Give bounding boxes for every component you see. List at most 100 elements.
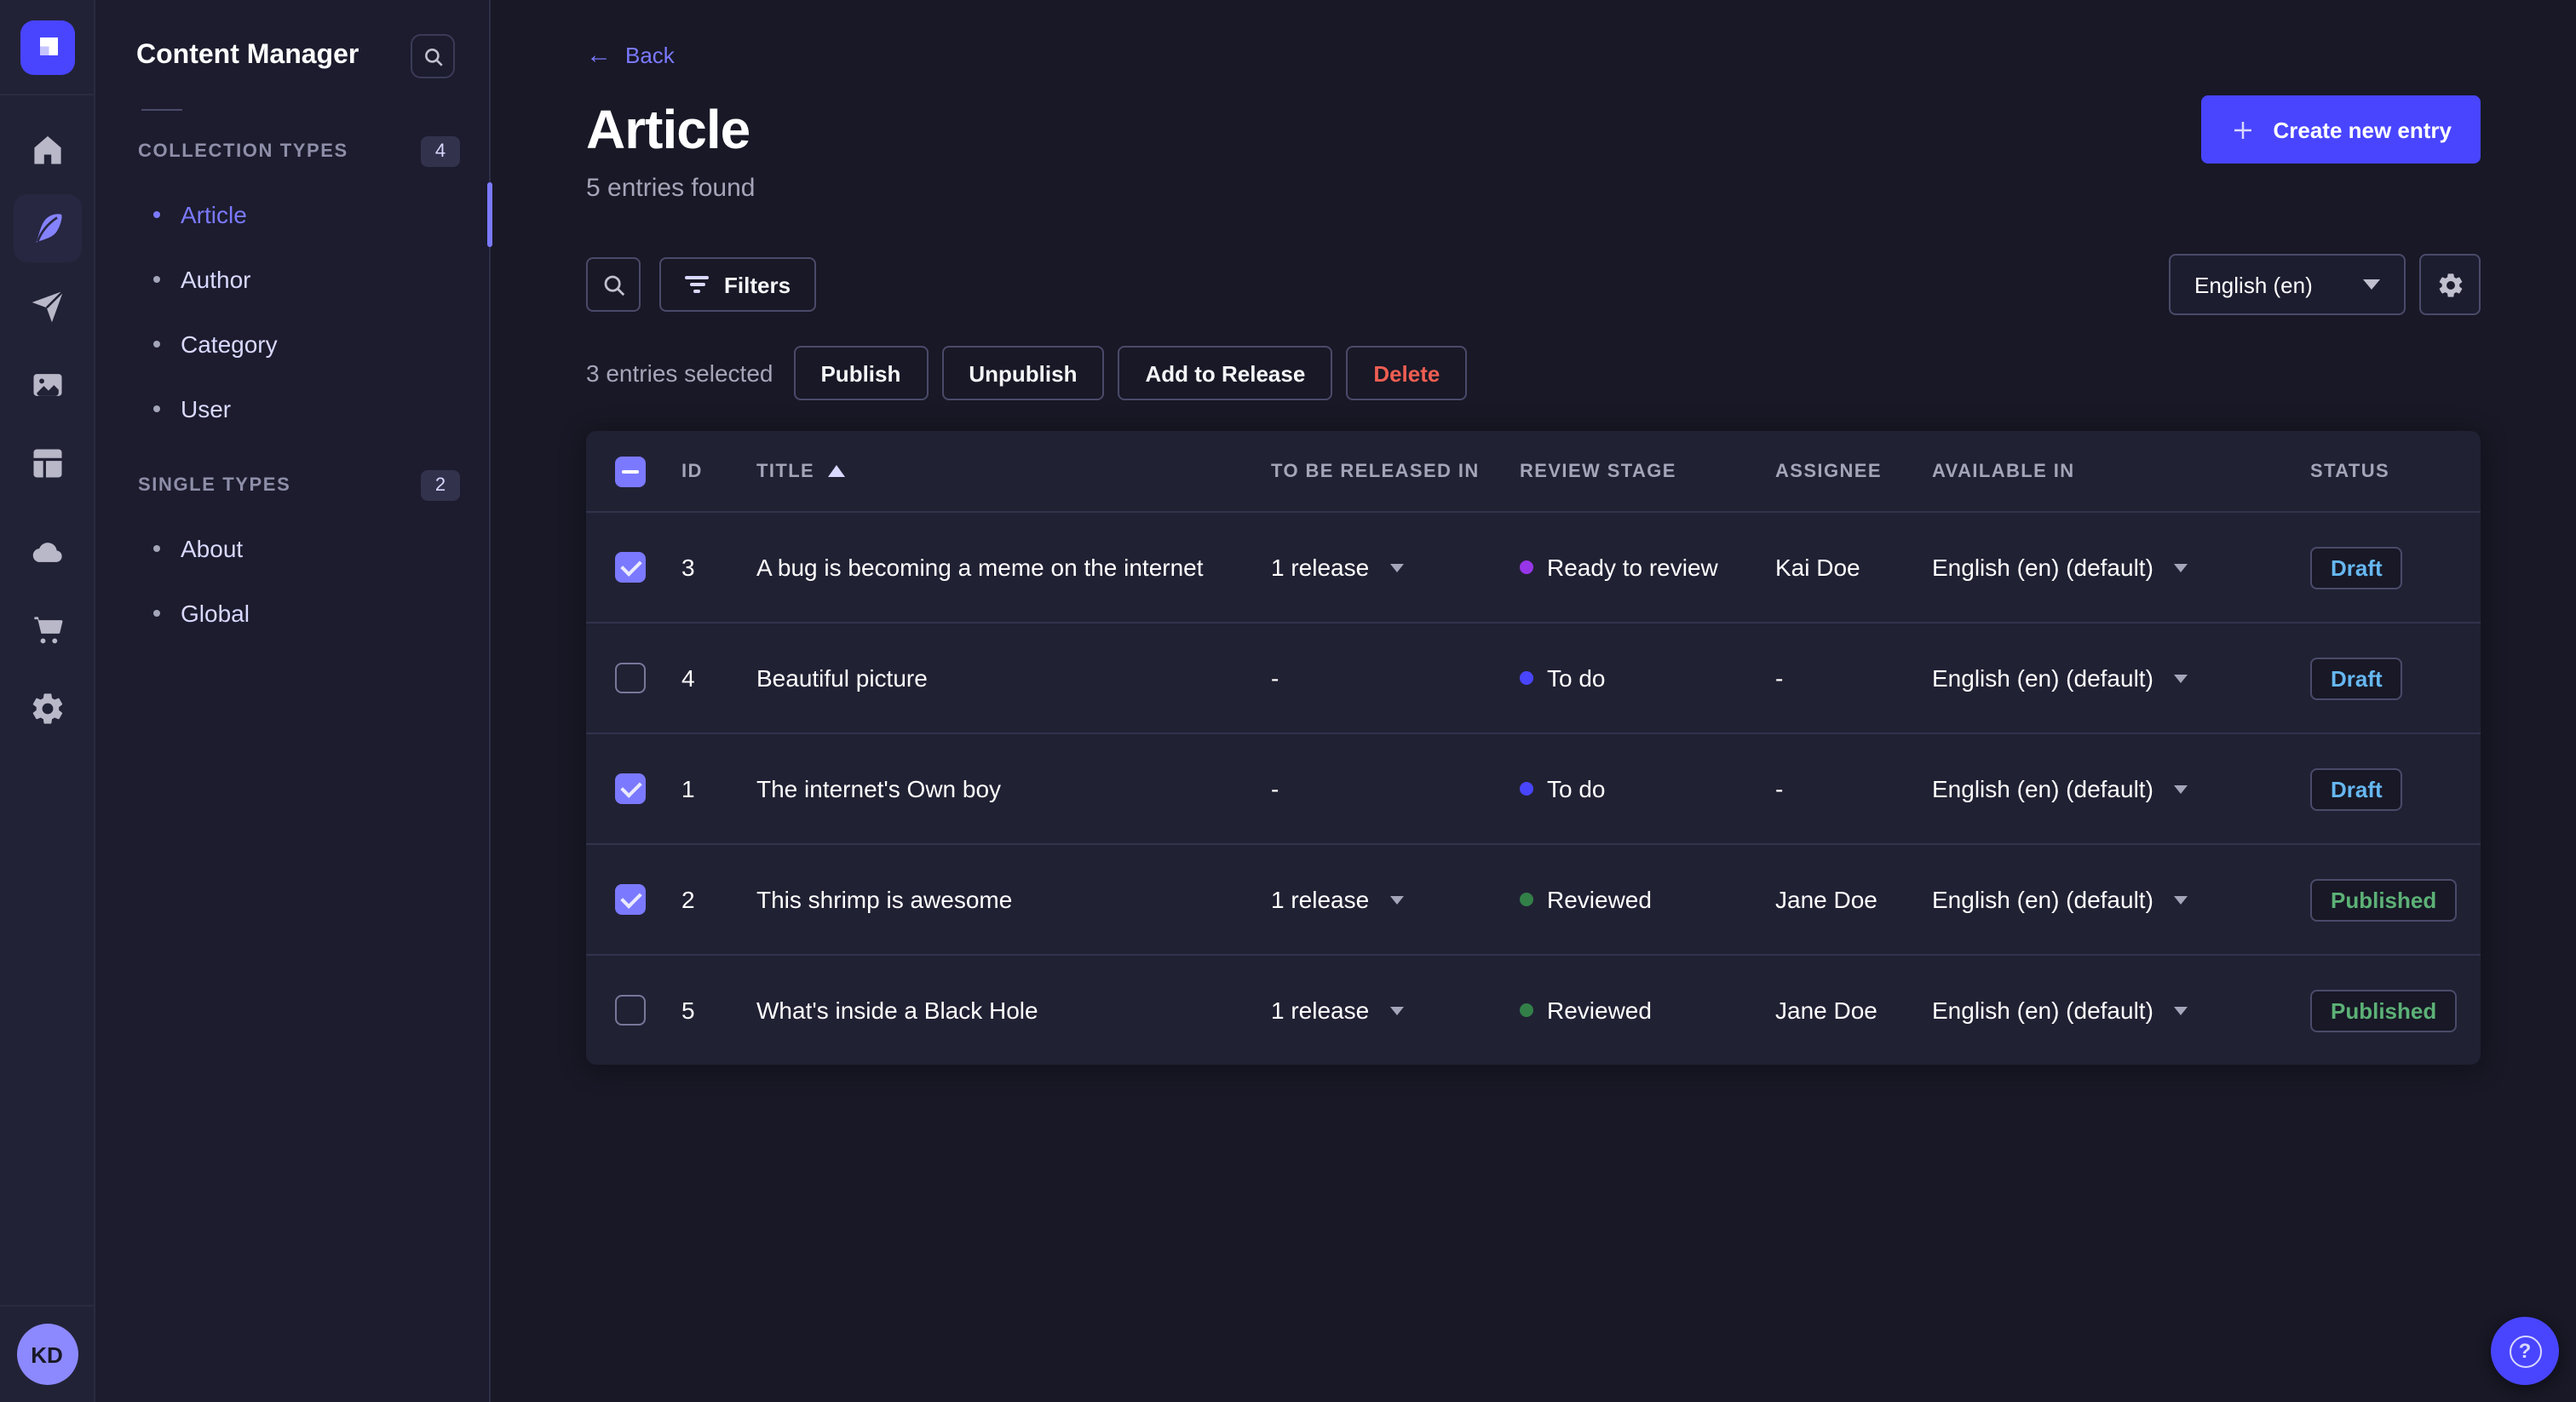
table-header-row: ID TITLE TO BE RELEASED IN REVIEW STAGE … [586, 431, 2481, 511]
cell-status: Draft [2293, 546, 2481, 589]
sidebar-item-about[interactable]: About [95, 516, 489, 581]
unpublish-button[interactable]: Unpublish [941, 346, 1105, 400]
nav-deploy[interactable] [13, 518, 81, 586]
list-settings-button[interactable] [2419, 254, 2481, 315]
help-button[interactable]: ? [2491, 1317, 2559, 1385]
column-header-status[interactable]: STATUS [2293, 461, 2481, 481]
rail-nav [0, 95, 94, 1305]
cell-released-in[interactable]: 1 release [1254, 997, 1503, 1024]
column-header-id[interactable]: ID [664, 461, 739, 481]
table-row[interactable]: 4 Beautiful picture - To do - English (e… [586, 622, 2481, 733]
cell-assignee: Jane Doe [1775, 997, 1877, 1024]
table-body: 3 A bug is becoming a meme on the intern… [586, 511, 2481, 1065]
images-icon [32, 374, 61, 396]
filters-button[interactable]: Filters [659, 257, 817, 312]
cell-available-in[interactable]: English (en) (default) [1915, 886, 2293, 913]
cell-released-in[interactable]: - [1254, 775, 1503, 802]
cell-review-stage: Reviewed [1503, 997, 1758, 1024]
sort-ascending-icon [828, 465, 846, 477]
row-checkbox[interactable] [615, 663, 646, 693]
table-row[interactable]: 1 The internet's Own boy - To do - Engli… [586, 733, 2481, 843]
layout-icon [32, 449, 61, 478]
cell-available-in[interactable]: English (en) (default) [1915, 997, 2293, 1024]
cell-review-stage: To do [1503, 664, 1758, 692]
back-arrow-icon: ← [586, 41, 612, 70]
table-row[interactable]: 5 What's inside a Black Hole 1 release R… [586, 954, 2481, 1065]
column-header-assignee[interactable]: ASSIGNEE [1758, 461, 1915, 481]
feather-icon [35, 214, 61, 243]
add-to-release-button[interactable]: Add to Release [1118, 346, 1333, 400]
subnav-title: Content Manager [136, 41, 359, 70]
cell-available-in[interactable]: English (en) (default) [1915, 664, 2293, 692]
chevron-down-icon [2173, 784, 2188, 793]
gear-icon [32, 693, 62, 724]
chevron-down-icon [1389, 895, 1404, 904]
rail-logo-section [0, 0, 94, 95]
cell-id: 2 [681, 886, 695, 913]
sidebar-item-user[interactable]: User [95, 376, 489, 441]
user-avatar[interactable]: KD [16, 1324, 78, 1385]
cell-assignee: - [1775, 664, 1784, 692]
filters-button-label: Filters [724, 272, 791, 297]
cell-title: Beautiful picture [756, 664, 928, 692]
cell-available-in[interactable]: English (en) (default) [1915, 554, 2293, 581]
row-checkbox[interactable] [615, 552, 646, 583]
nav-content-manager[interactable] [13, 194, 81, 262]
column-header-available-in[interactable]: AVAILABLE IN [1915, 461, 2293, 481]
sidebar-item-category[interactable]: Category [95, 312, 489, 376]
cell-status: Draft [2293, 657, 2481, 699]
status-badge: Draft [2310, 767, 2403, 810]
delete-button[interactable]: Delete [1346, 346, 1468, 400]
publish-button[interactable]: Publish [793, 346, 929, 400]
status-badge: Published [2310, 878, 2458, 921]
sidebar-item-global[interactable]: Global [95, 581, 489, 646]
sidebar-item-author[interactable]: Author [95, 247, 489, 312]
search-button[interactable] [586, 257, 641, 312]
cell-review-stage: Reviewed [1503, 886, 1758, 913]
nav-media-library[interactable] [13, 351, 81, 419]
nav-marketplace[interactable] [13, 596, 81, 664]
cell-title: The internet's Own boy [756, 775, 1002, 802]
nav-content-type-builder[interactable] [13, 429, 81, 497]
back-link[interactable]: ← Back [586, 43, 675, 68]
strapi-logo[interactable] [20, 20, 74, 74]
cell-id: 4 [681, 664, 695, 692]
row-checkbox[interactable] [615, 773, 646, 804]
bullet-icon [153, 405, 160, 412]
table-row[interactable]: 3 A bug is becoming a meme on the intern… [586, 511, 2481, 622]
cell-released-in[interactable]: 1 release [1254, 886, 1503, 913]
column-header-released-in[interactable]: TO BE RELEASED IN [1254, 461, 1503, 481]
nav-home[interactable] [13, 116, 81, 184]
row-checkbox[interactable] [615, 995, 646, 1026]
cell-status: Draft [2293, 767, 2481, 810]
cloud-icon [32, 543, 61, 562]
bullet-icon [153, 211, 160, 218]
paper-plane-icon [31, 290, 64, 323]
stage-dot-icon [1520, 1003, 1533, 1017]
cell-released-in[interactable]: 1 release [1254, 554, 1503, 581]
column-header-title[interactable]: TITLE [739, 461, 1254, 481]
column-header-review-stage[interactable]: REVIEW STAGE [1503, 461, 1758, 481]
chevron-down-icon [1389, 1006, 1404, 1014]
search-icon [603, 274, 624, 296]
select-all-checkbox[interactable] [615, 456, 646, 486]
subnav-search-button[interactable] [411, 34, 455, 78]
sidebar-item-article[interactable]: Article [95, 182, 492, 247]
single-types-count-badge: 2 [421, 470, 460, 501]
cell-available-in[interactable]: English (en) (default) [1915, 775, 2293, 802]
locale-select-value: English (en) [2194, 272, 2313, 297]
create-new-entry-button[interactable]: Create new entry [2201, 95, 2481, 164]
row-checkbox[interactable] [615, 884, 646, 915]
subnav-divider [141, 109, 182, 111]
cell-id: 3 [681, 554, 695, 581]
nav-releases[interactable] [13, 273, 81, 341]
table-row[interactable]: 2 This shrimp is awesome 1 release Revie… [586, 843, 2481, 954]
cell-released-in[interactable]: - [1254, 664, 1503, 692]
collection-types-section: COLLECTION TYPES 4 Article Author Catego… [95, 135, 492, 441]
locale-select[interactable]: English (en) [2169, 254, 2406, 315]
bullet-icon [153, 341, 160, 348]
cell-title: This shrimp is awesome [756, 886, 1013, 913]
nav-settings[interactable] [13, 675, 81, 743]
entries-table: ID TITLE TO BE RELEASED IN REVIEW STAGE … [586, 431, 2481, 1065]
cell-id: 5 [681, 997, 695, 1024]
